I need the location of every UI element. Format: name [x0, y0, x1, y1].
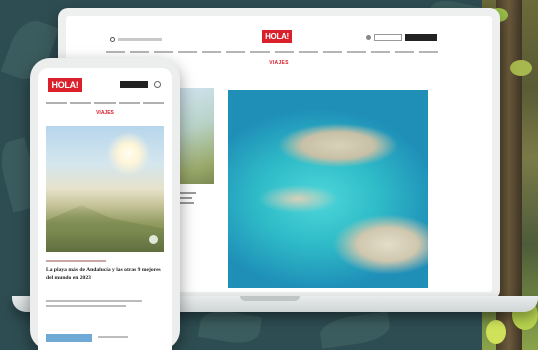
login-button[interactable]	[374, 34, 402, 41]
article-subtitle	[46, 300, 146, 310]
cliff-ridge	[46, 205, 164, 252]
mobile-site-logo[interactable]: HOLA!	[48, 78, 82, 92]
mobile-subscribe-button[interactable]	[120, 81, 148, 88]
desktop-search[interactable]	[110, 36, 170, 42]
nav-item[interactable]	[298, 50, 318, 53]
nav-item[interactable]	[250, 50, 270, 53]
search-input[interactable]	[118, 37, 162, 41]
aerial-beach-photo[interactable]	[228, 90, 428, 288]
nav-item[interactable]	[274, 50, 294, 53]
article-headline[interactable]: La playa más de Andalucía y las otras 9 …	[46, 266, 164, 282]
gallery-icon[interactable]	[149, 235, 158, 244]
coastal-cliff-photo[interactable]	[46, 126, 164, 252]
nav-item[interactable]	[202, 50, 222, 53]
subscribe-button[interactable]	[405, 34, 437, 41]
article-thumbnail[interactable]	[178, 88, 214, 184]
menu-icon[interactable]	[154, 81, 161, 88]
nav-item[interactable]	[118, 102, 140, 104]
nav-item[interactable]	[142, 102, 165, 104]
site-logo[interactable]: HOLA!	[262, 30, 292, 43]
user-icon[interactable]	[366, 35, 371, 40]
header-actions	[366, 34, 437, 41]
phone-mockup: HOLA! VIAJES La playa más de Andalucía y…	[30, 58, 180, 350]
nav-item[interactable]	[46, 102, 68, 104]
nav-item[interactable]	[94, 102, 116, 104]
article-category	[46, 260, 106, 262]
nav-item[interactable]	[130, 50, 150, 53]
mobile-website: HOLA! VIAJES La playa más de Andalucía y…	[38, 68, 172, 350]
foliage	[486, 320, 506, 344]
main-nav	[106, 49, 439, 54]
foliage	[510, 60, 532, 76]
search-icon[interactable]	[110, 36, 115, 42]
nav-item[interactable]	[226, 50, 246, 53]
next-article-thumbnail[interactable]	[46, 334, 92, 342]
nav-item[interactable]	[106, 50, 126, 53]
mobile-nav	[46, 102, 165, 104]
nav-item[interactable]	[154, 50, 174, 53]
nav-item[interactable]	[70, 102, 92, 104]
nav-item[interactable]	[178, 50, 198, 53]
next-article-title[interactable]	[98, 336, 128, 338]
nav-item[interactable]	[394, 50, 415, 53]
leaf-pattern	[197, 307, 263, 347]
nav-item[interactable]	[346, 50, 366, 53]
mobile-section-title: VIAJES	[96, 110, 114, 116]
laptop-notch	[240, 296, 300, 301]
nav-item[interactable]	[370, 50, 390, 53]
leaf-pattern	[318, 311, 392, 349]
nav-item[interactable]	[419, 50, 439, 53]
article-teaser-text[interactable]	[178, 192, 196, 212]
nav-item[interactable]	[322, 50, 342, 53]
